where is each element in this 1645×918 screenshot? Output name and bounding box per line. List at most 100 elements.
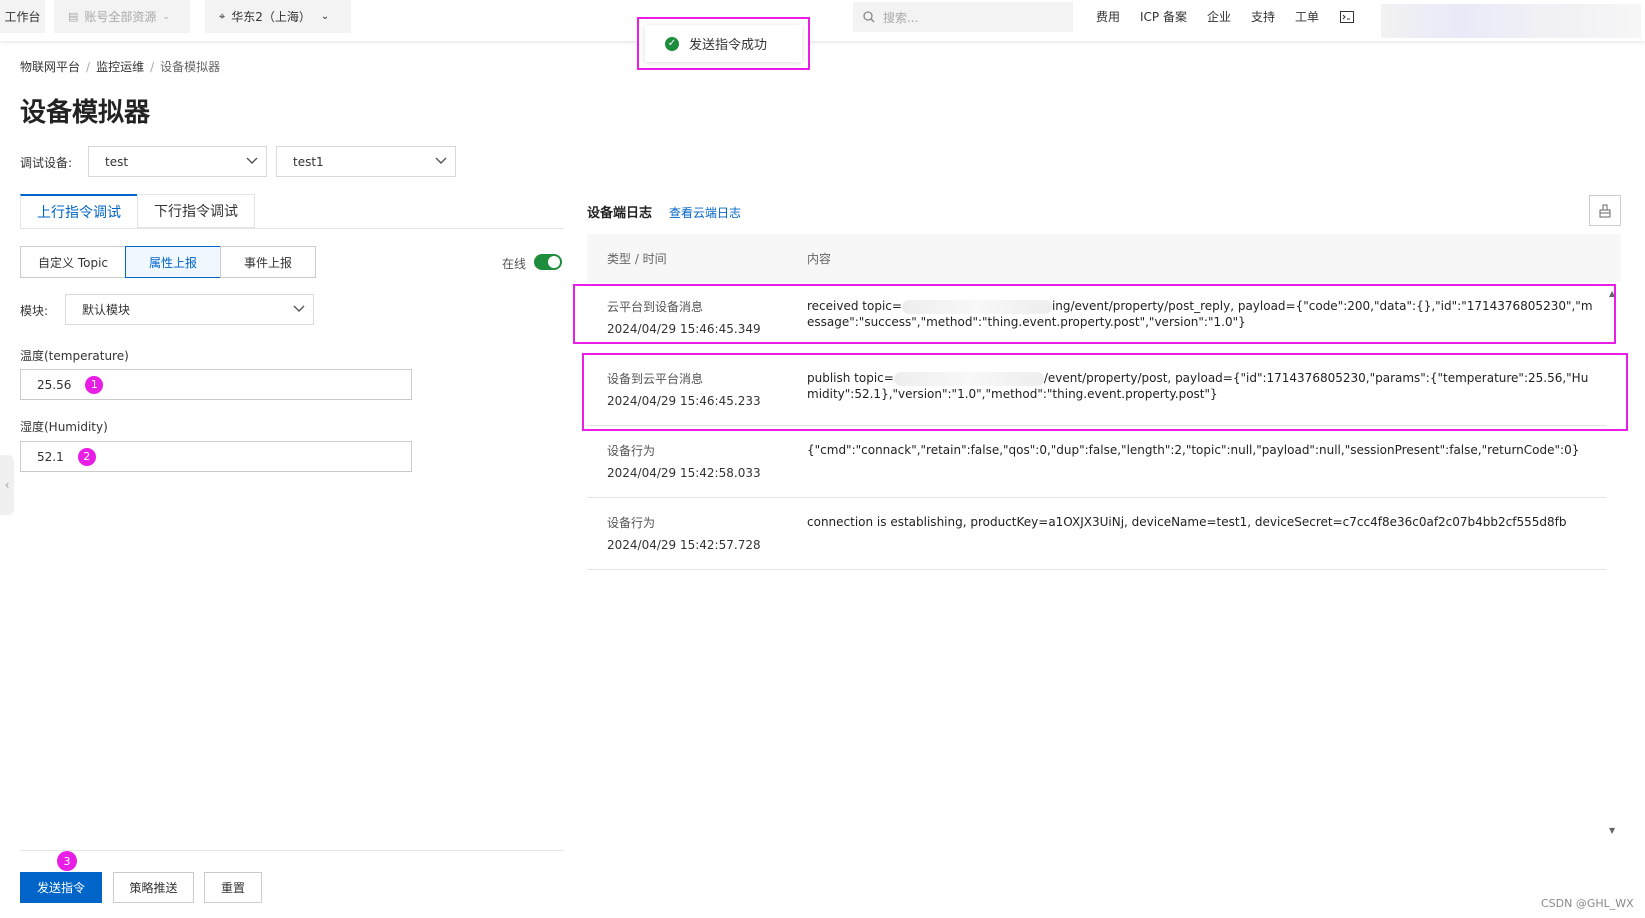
location-pin-icon: ⌖ [219, 9, 226, 23]
global-search-input[interactable]: 搜索... [853, 2, 1073, 32]
breadcrumb-separator: / [86, 60, 91, 74]
send-command-button[interactable]: 发送指令 [20, 872, 102, 903]
toast-message: 发送指令成功 [689, 38, 768, 53]
step-badge: 1 [85, 375, 104, 394]
product-select-value: test [105, 154, 129, 169]
log-type: 设备行为 [607, 444, 656, 458]
log-row: 设备行为 2024/04/29 15:42:57.728 connection … [587, 498, 1606, 570]
segment-event-report[interactable]: 事件上报 [220, 246, 316, 278]
online-toggle[interactable] [534, 254, 562, 270]
check-circle-icon: ✓ [665, 36, 679, 51]
module-label: 模块: [20, 304, 49, 318]
humidity-value: 52.1 [37, 449, 64, 464]
collapse-sidebar-handle[interactable]: ‹ [0, 455, 14, 515]
log-content: connection is establishing, productKey=a… [807, 514, 1597, 530]
terminal-icon[interactable] [1340, 0, 1354, 33]
broom-icon [1599, 204, 1611, 217]
debug-device-label: 调试设备: [20, 156, 73, 170]
account-avatar-area[interactable] [1381, 4, 1641, 38]
tab-label: 上行指令调试 [37, 204, 121, 221]
account-scope-selector[interactable]: ▤ 账号全部资源 ⌄ [54, 0, 190, 33]
watermark: CSDN @GHL_WX [1541, 897, 1634, 910]
log-table-header: 类型 / 时间 内容 [587, 234, 1621, 282]
nav-link-label: 工单 [1295, 10, 1320, 24]
log-row: 设备行为 2024/04/29 15:42:58.033 {"cmd":"con… [587, 426, 1606, 498]
device-select[interactable]: test1 [276, 146, 456, 177]
workbench-button[interactable]: 工作台 [0, 0, 45, 33]
breadcrumb-item[interactable]: 监控运维 [96, 60, 144, 74]
log-title: 设备端日志 [587, 206, 653, 221]
button-label: 重置 [220, 881, 245, 895]
log-content-text: {"cmd":"connack","retain":false,"qos":0,… [807, 443, 1580, 457]
humidity-label: 湿度(Humidity) [20, 420, 108, 434]
module-select[interactable]: 默认模块 [65, 294, 314, 325]
highlight-box-received [573, 284, 1616, 344]
column-header-content: 内容 [807, 251, 832, 266]
grid-icon: ▤ [68, 10, 79, 23]
breadcrumb: 物联网平台 / 监控运维 / 设备模拟器 [20, 58, 220, 75]
chevron-down-icon: ⌄ [162, 11, 170, 22]
chevron-down-icon [435, 157, 447, 164]
nav-link-ticket[interactable]: 工单 [1295, 0, 1319, 33]
tab-downlink-debug[interactable]: 下行指令调试 [137, 194, 255, 228]
region-label: 华东2（上海） [231, 10, 311, 24]
nav-link-enterprise[interactable]: 企业 [1207, 0, 1231, 33]
temperature-input[interactable]: 25.56 1 [20, 369, 412, 400]
toast-highlight-box: ✓ 发送指令成功 [637, 17, 810, 70]
column-header-type-time: 类型 / 时间 [607, 251, 667, 266]
page-title: 设备模拟器 [20, 98, 151, 128]
step-badge: 2 [77, 447, 96, 466]
log-time: 2024/04/29 15:42:57.728 [607, 538, 761, 552]
nav-link-label: 费用 [1096, 10, 1121, 24]
chevron-down-icon [293, 305, 305, 312]
account-scope-label: 账号全部资源 [84, 10, 157, 24]
module-select-value: 默认模块 [82, 303, 131, 317]
segment-label: 自定义 Topic [38, 255, 108, 270]
nav-link-label: 支持 [1251, 10, 1276, 24]
nav-link-label: ICP 备案 [1140, 10, 1187, 24]
strategy-push-button[interactable]: 策略推送 [113, 872, 194, 903]
nav-link-support[interactable]: 支持 [1251, 0, 1275, 33]
nav-link-billing[interactable]: 费用 [1096, 0, 1120, 33]
scroll-down-icon[interactable]: ▼ [1609, 826, 1615, 835]
chevron-down-icon: ⌄ [320, 11, 330, 22]
terminal-glyph [1340, 10, 1354, 23]
reset-button[interactable]: 重置 [204, 872, 262, 903]
nav-link-label: 企业 [1207, 10, 1232, 24]
top-navbar: 工作台 ▤ 账号全部资源 ⌄ ⌖ 华东2（上海） ⌄ 搜索... 费用 ICP … [0, 0, 1645, 41]
segment-property-report[interactable]: 属性上报 [125, 246, 221, 278]
log-time: 2024/04/29 15:42:58.033 [607, 466, 761, 480]
footer-divider [20, 850, 564, 851]
highlight-box-published [582, 353, 1628, 431]
log-content-text: connection is establishing, productKey=a… [807, 515, 1567, 529]
segment-label: 事件上报 [243, 255, 292, 270]
success-toast: ✓ 发送指令成功 [645, 25, 802, 62]
tab-uplink-debug[interactable]: 上行指令调试 [20, 194, 138, 228]
workbench-label: 工作台 [4, 10, 41, 24]
product-select[interactable]: test [88, 146, 267, 177]
temperature-label: 温度(temperature) [20, 349, 129, 363]
breadcrumb-item[interactable]: 物联网平台 [20, 60, 80, 74]
tabs-divider [20, 228, 564, 229]
clear-log-button[interactable] [1589, 195, 1621, 226]
segment-custom-topic[interactable]: 自定义 Topic [20, 246, 126, 278]
chevron-left-icon: ‹ [4, 478, 10, 492]
step-badge: 3 [57, 851, 77, 871]
button-label: 发送指令 [36, 881, 85, 895]
search-icon [863, 11, 875, 23]
breadcrumb-separator: / [150, 60, 155, 74]
online-label: 在线 [502, 257, 527, 271]
chevron-down-icon [246, 157, 258, 164]
segment-label: 属性上报 [148, 255, 197, 270]
log-type: 设备行为 [607, 516, 656, 530]
log-content: {"cmd":"connack","retain":false,"qos":0,… [807, 442, 1597, 458]
tab-label: 下行指令调试 [154, 204, 238, 220]
view-cloud-log-link[interactable]: 查看云端日志 [669, 204, 741, 221]
humidity-input[interactable]: 52.1 2 [20, 441, 412, 472]
button-label: 策略推送 [129, 881, 178, 895]
breadcrumb-current: 设备模拟器 [160, 60, 221, 74]
device-select-value: test1 [293, 154, 324, 169]
nav-link-icp[interactable]: ICP 备案 [1140, 0, 1187, 33]
search-placeholder: 搜索... [883, 10, 919, 25]
region-selector[interactable]: ⌖ 华东2（上海） ⌄ [205, 0, 351, 33]
